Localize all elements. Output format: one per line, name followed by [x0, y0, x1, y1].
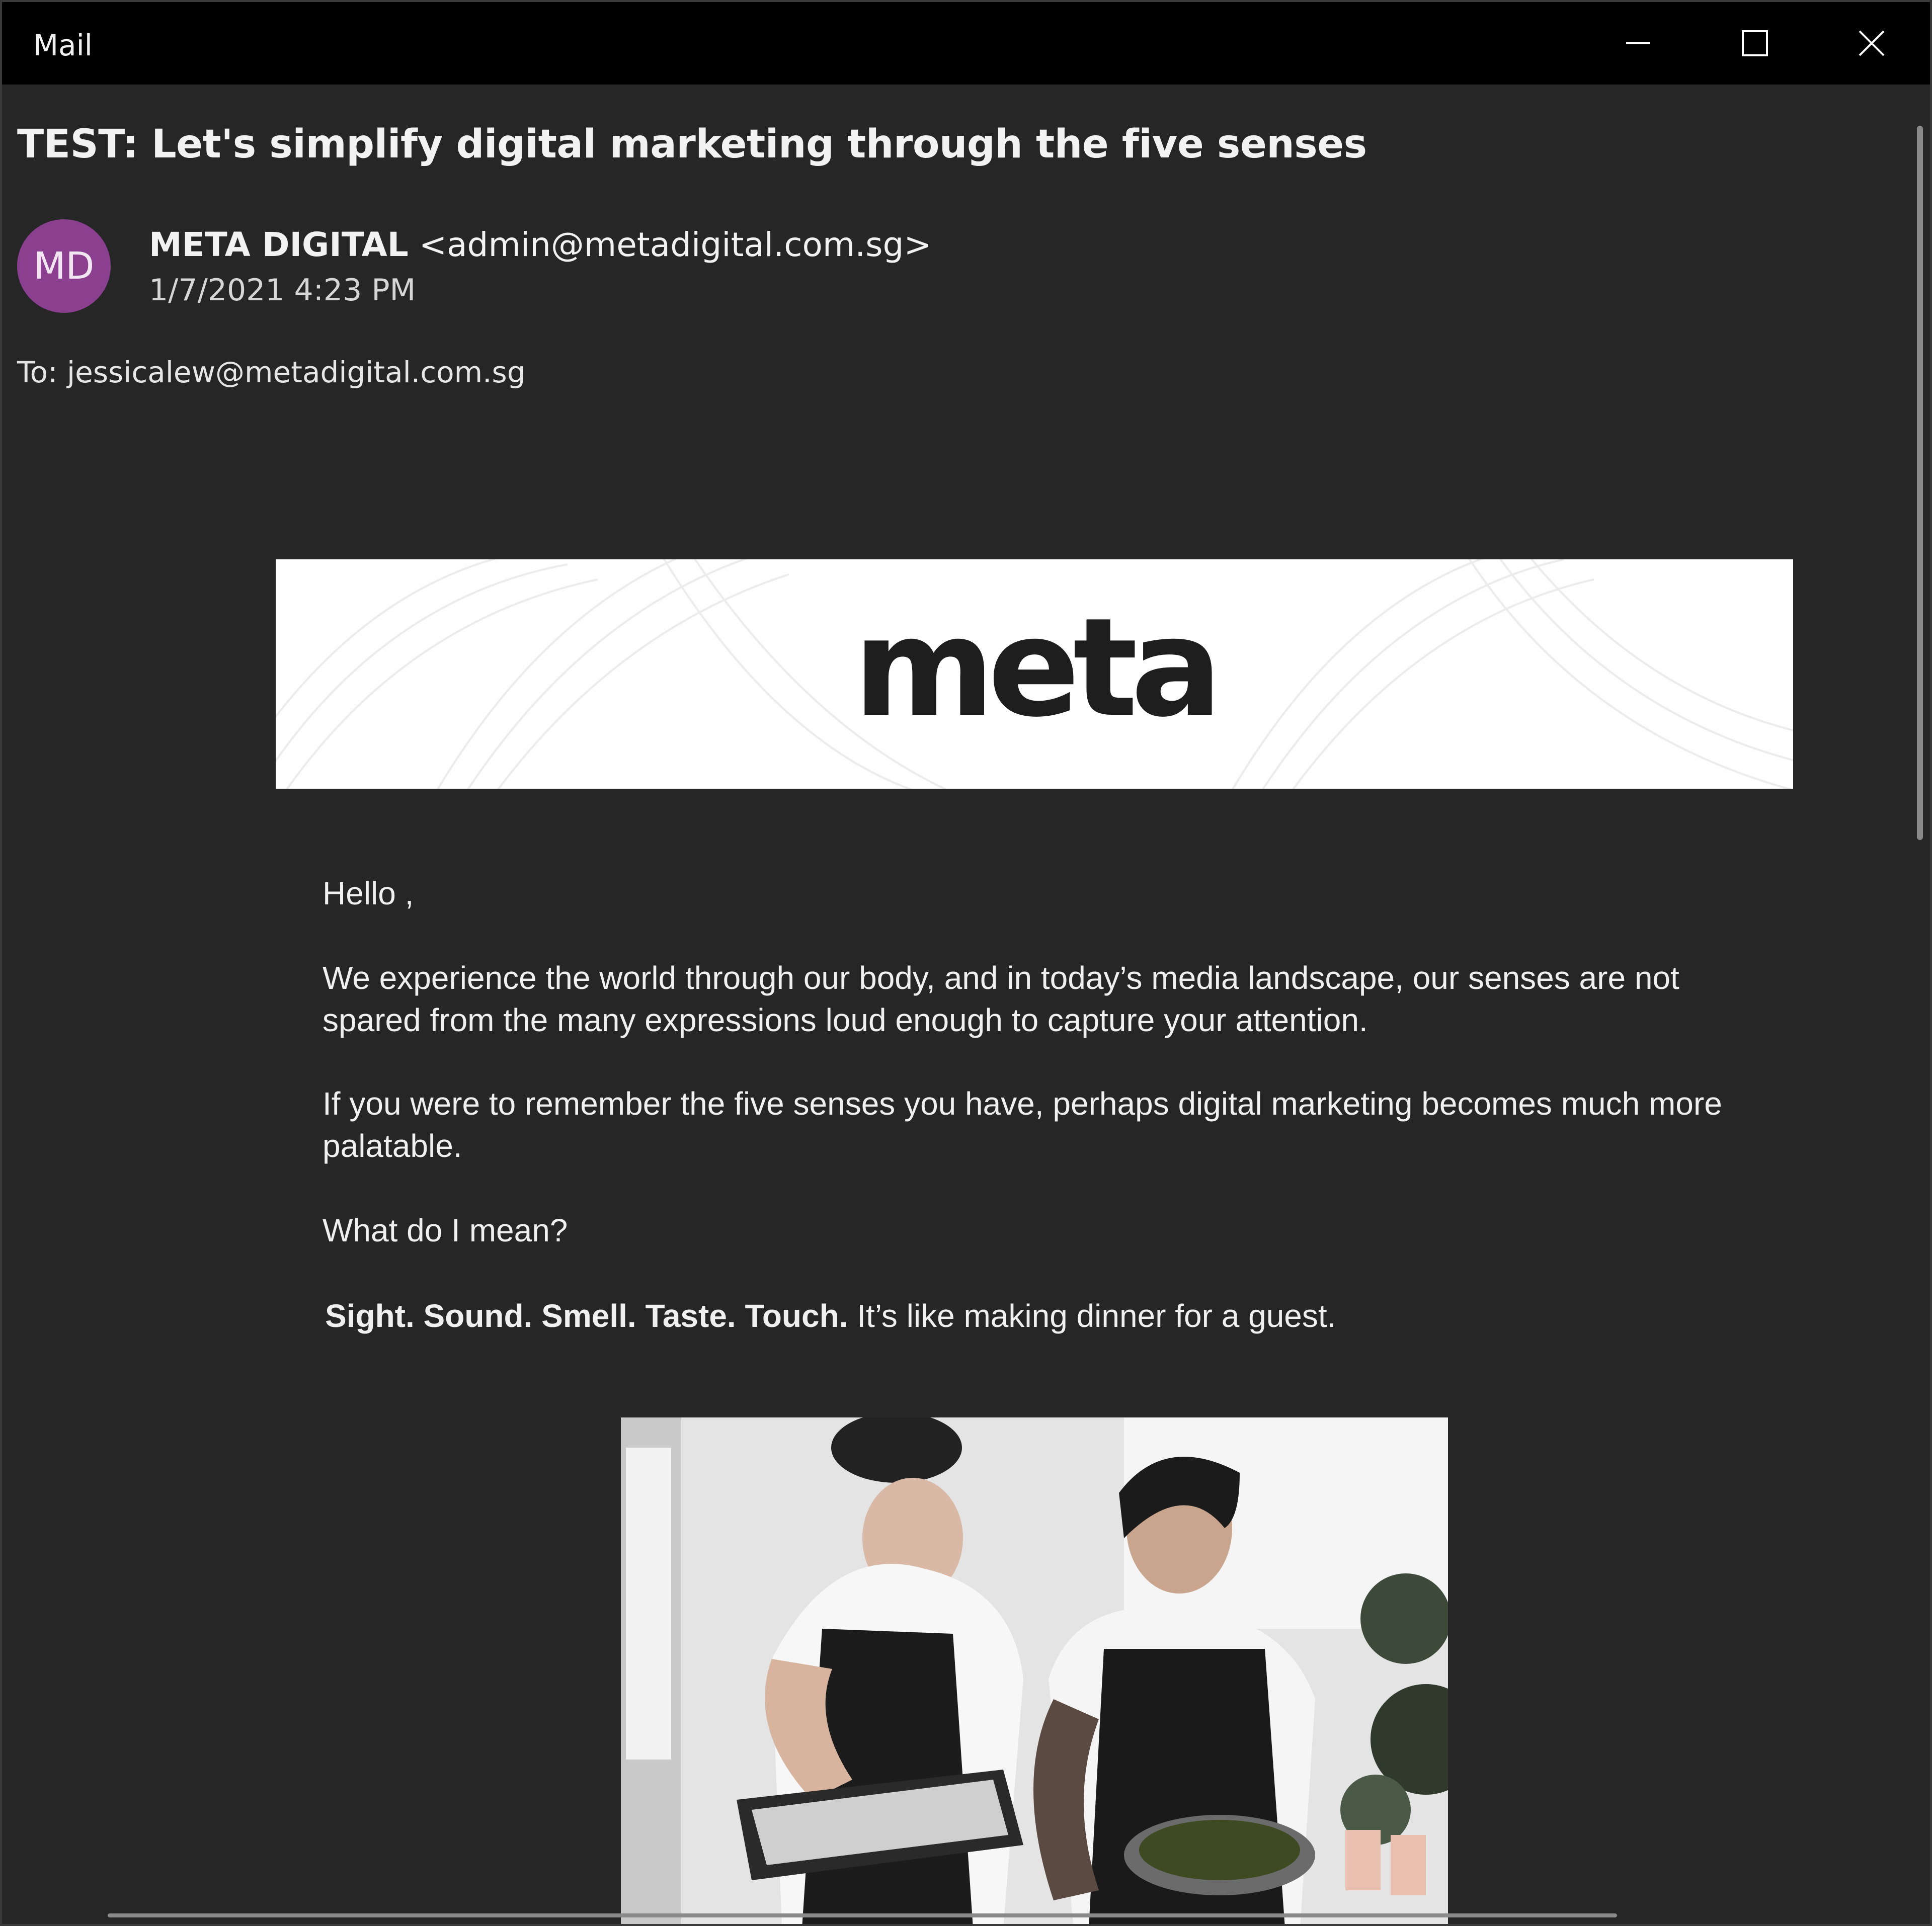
maximize-button[interactable]	[1697, 2, 1813, 85]
chefs-photo	[621, 1417, 1448, 1924]
email-subject: TEST: Let's simplify digital marketing t…	[17, 122, 1367, 167]
sender-name: META DIGITAL	[149, 225, 409, 264]
avatar-initials: MD	[33, 244, 95, 288]
greeting: Hello ,	[323, 875, 414, 911]
sender-email: <admin@metadigital.com.sg>	[419, 225, 932, 264]
recipient-line[interactable]: To: jessicalew@metadigital.com.sg	[17, 355, 526, 389]
senses-line: Sight. Sound. Smell. Taste. Touch. It’s …	[325, 1295, 1744, 1337]
maximize-icon	[1742, 30, 1768, 56]
paragraph-1: We experience the world through our body…	[323, 960, 1679, 1038]
close-icon	[1859, 30, 1885, 56]
paragraph-3: What do I mean?	[323, 1212, 568, 1248]
email-date: 1/7/2021 4:23 PM	[149, 273, 416, 308]
sender-line[interactable]: META DIGITAL <admin@metadigital.com.sg>	[149, 225, 932, 264]
minimize-icon	[1626, 42, 1650, 44]
chefs-illustration	[621, 1417, 1448, 1924]
title-bar[interactable]: Mail	[2, 2, 1930, 85]
senses-bold: Sight. Sound. Smell. Taste. Touch.	[325, 1298, 848, 1334]
avatar[interactable]: MD	[17, 219, 111, 313]
meta-logo: meta.	[853, 607, 1226, 737]
senses-rest: It’s like making dinner for a guest.	[848, 1298, 1336, 1334]
vertical-scrollbar[interactable]	[1917, 126, 1923, 840]
meta-banner: meta.	[276, 559, 1793, 789]
close-button[interactable]	[1813, 2, 1930, 85]
paragraph-2: If you were to remember the five senses …	[323, 1085, 1722, 1164]
mail-window: Mail TEST: Let's simplify digital market…	[0, 0, 1932, 1926]
horizontal-scrollbar[interactable]	[108, 1913, 1617, 1917]
minimize-button[interactable]	[1580, 2, 1697, 85]
svg-text:meta.: meta.	[853, 607, 1226, 737]
app-title: Mail	[33, 28, 93, 62]
